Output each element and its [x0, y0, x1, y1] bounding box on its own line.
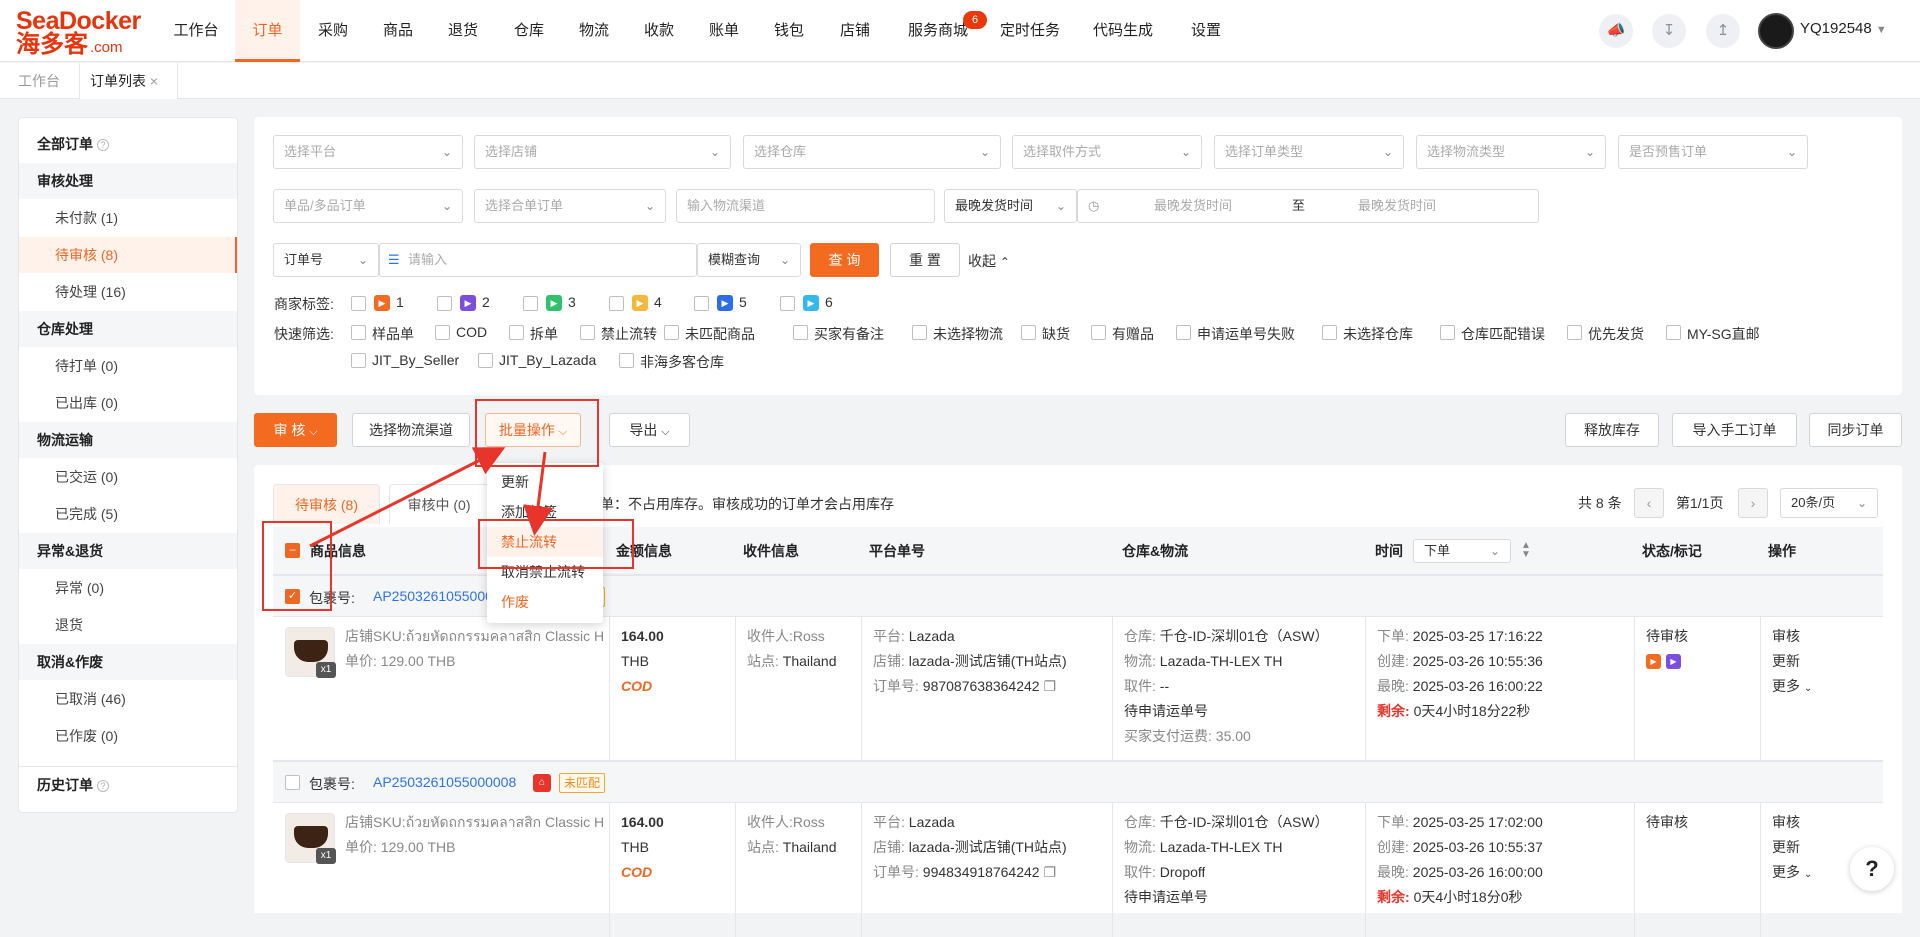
arrow-to-batch: [309, 447, 506, 548]
annotation-arrows: [309, 447, 553, 548]
arrow-to-forbid: [523, 451, 553, 536]
help-button[interactable]: ?: [1850, 847, 1894, 891]
